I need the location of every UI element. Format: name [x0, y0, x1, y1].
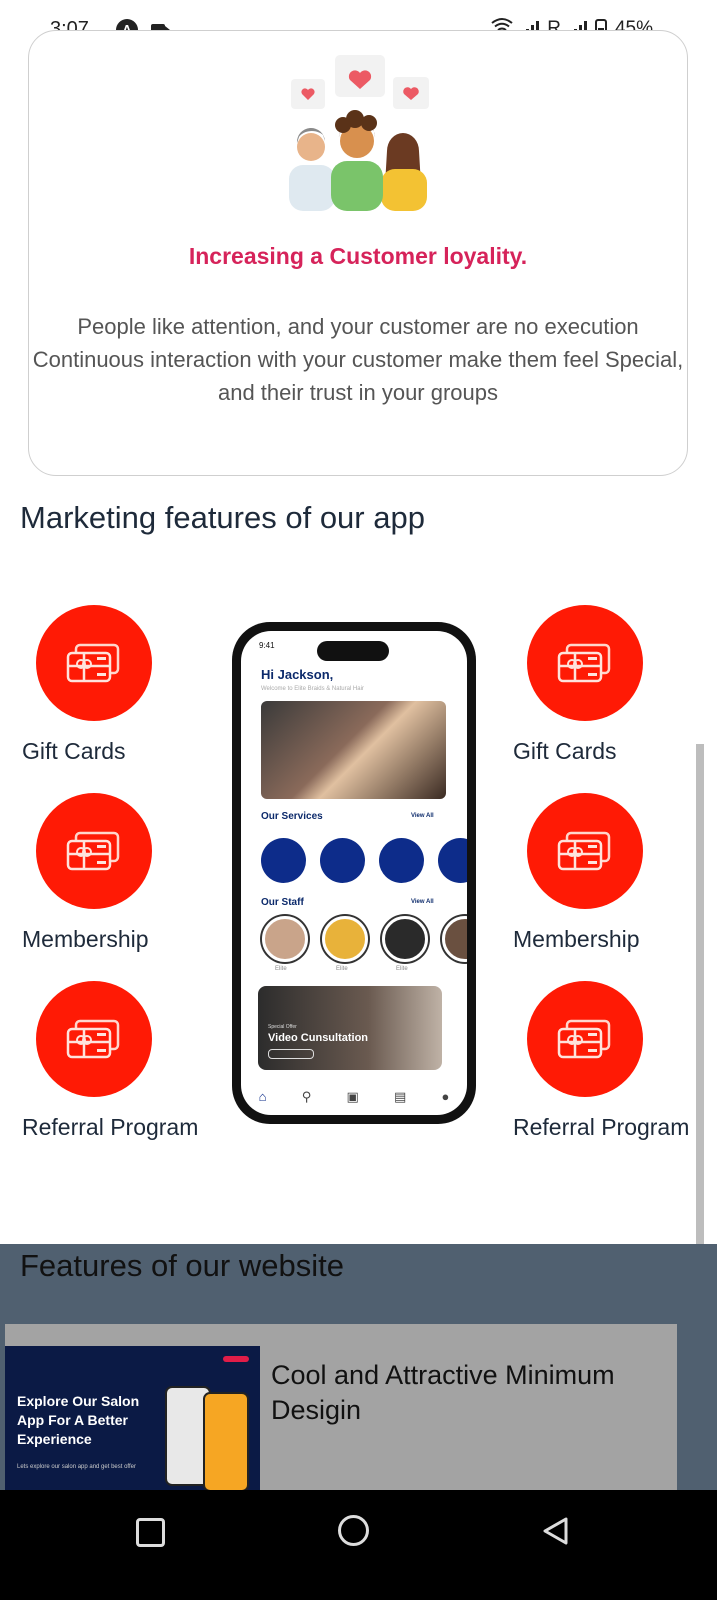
- phone-offer-title: Video Cunsultation: [268, 1032, 369, 1044]
- phone-staff-name: Elite: [275, 966, 287, 972]
- feature-label: Referral Program: [22, 1114, 199, 1140]
- phone-welcome: Welcome to Elite Braids & Natural Hair: [261, 686, 364, 692]
- phone-notch: [317, 641, 389, 661]
- phone-greeting: Hi Jackson,: [261, 667, 334, 682]
- phone-service-circle: [379, 838, 424, 883]
- thumb-subtext: Lets explore our salon app and get best …: [17, 1464, 136, 1470]
- customer-loyalty-illustration: [289, 55, 429, 211]
- feature-gift-cards[interactable]: Gift Cards: [513, 605, 713, 793]
- phone-staff-avatar: [322, 916, 368, 962]
- system-nav-bar: [0, 1490, 717, 1600]
- thumb-phone: [203, 1392, 249, 1492]
- scrollbar[interactable]: [696, 744, 704, 1304]
- phone-view-all: View All: [411, 813, 434, 819]
- recents-square-icon[interactable]: [136, 1518, 165, 1547]
- gift-card-icon[interactable]: [527, 981, 643, 1097]
- phone-service-circle: [320, 838, 365, 883]
- phone-offer-button: [268, 1049, 314, 1059]
- phone-staff-name: Elite: [336, 966, 348, 972]
- phone-services-heading: Our Services: [261, 811, 323, 822]
- phone-screen: 9:41 Hi Jackson, Welcome to Elite Braids…: [241, 631, 467, 1115]
- thumb-pill: [223, 1356, 249, 1362]
- loyalty-card: Increasing a Customer loyality. People l…: [28, 30, 688, 476]
- feature-label: Referral Program: [513, 1114, 690, 1140]
- feature-membership[interactable]: Membership: [22, 793, 222, 981]
- feature-referral-program[interactable]: Referral Program: [22, 981, 222, 1169]
- feature-label: Membership: [513, 926, 640, 952]
- website-thumbnail: Explore Our Salon App For A Better Exper…: [5, 1346, 260, 1492]
- phone-service-circle: [438, 838, 467, 883]
- website-card-text: Cool and Attractive Minimum Desigin: [271, 1360, 615, 1425]
- phone-staff-name: Elite: [396, 966, 408, 972]
- location-icon: ⚲: [301, 1089, 312, 1104]
- feature-gift-cards[interactable]: Gift Cards: [22, 605, 222, 793]
- phone-staff-avatar: [262, 916, 308, 962]
- website-feature-card[interactable]: Explore Our Salon App For A Better Exper…: [5, 1324, 677, 1492]
- app-phone-mockup: 9:41 Hi Jackson, Welcome to Elite Braids…: [232, 622, 476, 1124]
- gift-card-icon[interactable]: [527, 793, 643, 909]
- phone-hero-image: [261, 701, 446, 799]
- loyalty-title: Increasing a Customer loyality.: [188, 243, 528, 269]
- phone-staff-avatar: [442, 916, 467, 962]
- marketing-features-heading: Marketing features of our app: [20, 500, 425, 535]
- phone-bottom-nav: ⌂ ⚲ ▣ ▤ ●: [241, 1089, 467, 1105]
- phone-staff-avatar: [382, 916, 428, 962]
- thumb-text: Explore Our Salon App For A Better Exper…: [17, 1393, 140, 1447]
- back-triangle-icon[interactable]: [541, 1516, 569, 1546]
- phone-offer-small: Special Offer: [268, 1024, 297, 1030]
- phone-time: 9:41: [259, 641, 275, 650]
- book-now-icon: ▣: [346, 1089, 359, 1104]
- phone-service-circle: [261, 838, 306, 883]
- gift-card-icon[interactable]: [527, 605, 643, 721]
- website-features-section: Features of our website Explore Our Salo…: [0, 1244, 717, 1492]
- phone-view-all: View All: [411, 899, 434, 905]
- phone-offer-banner: Special Offer Video Cunsultation: [258, 986, 442, 1070]
- feature-label: Gift Cards: [22, 738, 126, 764]
- left-features-column: Gift Cards Membership Referral Program: [22, 605, 222, 1169]
- phone-staff-heading: Our Staff: [261, 897, 304, 908]
- feature-membership[interactable]: Membership: [513, 793, 713, 981]
- account-icon: ●: [441, 1089, 450, 1104]
- appointment-icon: ▤: [393, 1089, 407, 1104]
- gift-card-icon[interactable]: [36, 981, 152, 1097]
- feature-referral-program[interactable]: Referral Program: [513, 981, 713, 1169]
- loyalty-description: People like attention, and your customer…: [32, 314, 684, 405]
- gift-card-icon[interactable]: [36, 605, 152, 721]
- right-features-column: Gift Cards Membership Referral Program: [513, 605, 713, 1169]
- website-features-heading: Features of our website: [20, 1248, 344, 1283]
- feature-label: Membership: [22, 926, 149, 952]
- gift-card-icon[interactable]: [36, 793, 152, 909]
- feature-label: Gift Cards: [513, 738, 617, 764]
- home-circle-icon[interactable]: [338, 1515, 369, 1546]
- home-icon: ⌂: [258, 1089, 267, 1104]
